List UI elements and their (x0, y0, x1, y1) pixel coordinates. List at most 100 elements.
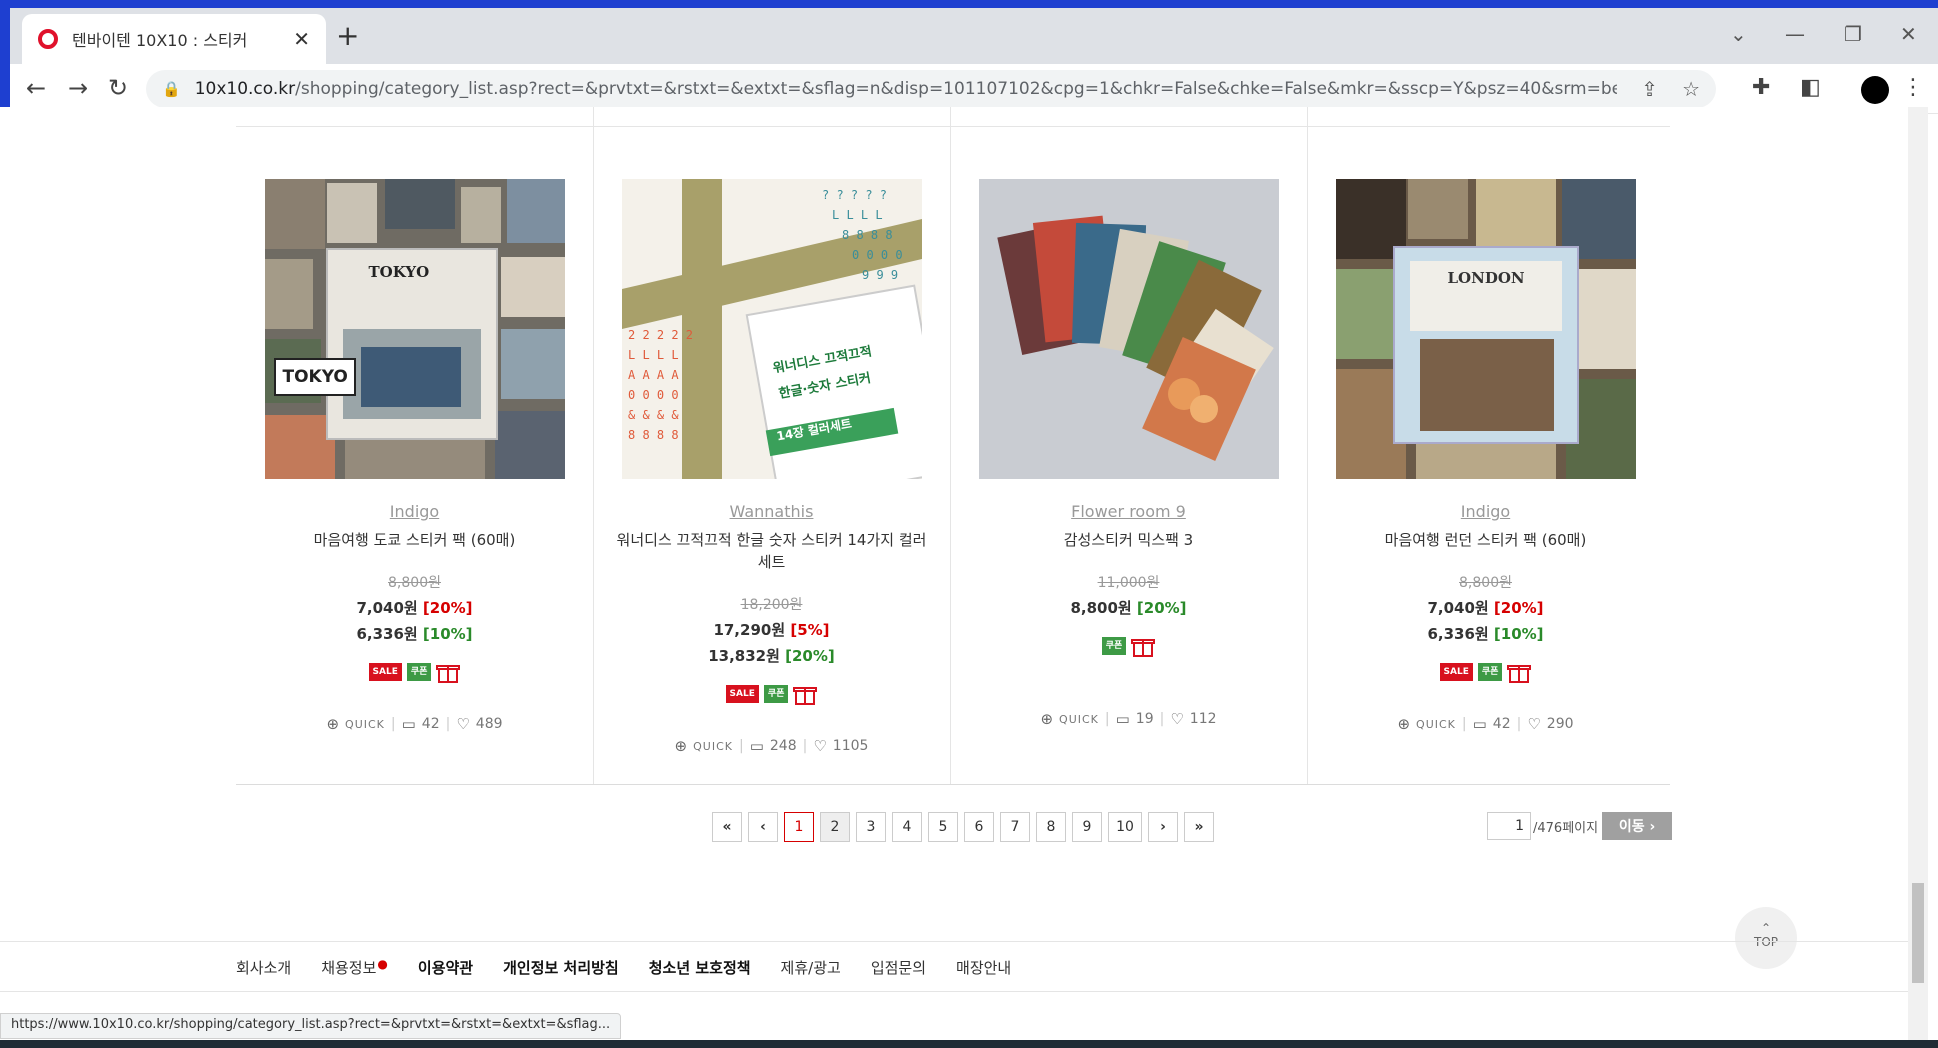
product-name[interactable]: 감성스티커 믹스팩 3 (950, 529, 1307, 551)
quick-view-button[interactable]: QUICK (345, 718, 385, 731)
footer-link[interactable]: 개인정보 처리방침 (503, 957, 619, 978)
product-card[interactable]: LONDON Indigo 마음여행 런던 스티커 팩 (60매) 8,800원… (1307, 179, 1664, 733)
comment-icon[interactable]: ▭ (1473, 715, 1487, 733)
address-bar[interactable]: 🔒 10x10.co.kr/shopping/category_list.asp… (146, 70, 1716, 108)
page-button[interactable]: 4 (892, 812, 922, 842)
page-number-input[interactable]: 1 (1487, 812, 1531, 840)
share-icon[interactable]: ⇪ (1641, 77, 1658, 101)
zoom-icon[interactable]: ⊕ (1040, 710, 1053, 728)
product-card[interactable]: TOKYO TOKYO Indigo 마음여행 도쿄 스티커 팩 (60매) 8… (236, 179, 593, 733)
page-button[interactable]: 3 (856, 812, 886, 842)
product-image[interactable]: LONDON (1335, 179, 1636, 479)
minimize-icon[interactable]: — (1785, 22, 1805, 46)
svg-text:A A A A: A A A A (628, 368, 679, 382)
tab-search-icon[interactable]: ⌄ (1730, 22, 1747, 46)
new-tab-icon[interactable]: + (336, 22, 359, 50)
product-image[interactable]: ? ? ? ? ? L L L L 8 8 8 8 0 0 0 0 9 9 9 2 2… (621, 179, 922, 479)
footer-link[interactable]: 입점문의 (871, 957, 926, 978)
comment-icon[interactable]: ▭ (750, 737, 764, 755)
page-button[interactable]: 7 (1000, 812, 1030, 842)
new-indicator-dot: ● (377, 957, 388, 971)
product-name[interactable]: 워너디스 끄적끄적 한글 숫자 스티커 14가지 컬러 세트 (593, 529, 950, 573)
first-page-button[interactable]: « (712, 812, 742, 842)
next-page-button[interactable]: › (1148, 812, 1178, 842)
zoom-icon[interactable]: ⊕ (1397, 715, 1410, 733)
last-page-button[interactable]: » (1184, 812, 1214, 842)
gift-icon (793, 683, 818, 705)
page-button[interactable]: 10 (1108, 812, 1142, 842)
page-button[interactable]: 2 (820, 812, 850, 842)
divider: | (1516, 716, 1522, 732)
brand-link[interactable]: Flower room 9 (950, 502, 1307, 522)
scroll-top-button[interactable]: ⌃ TOP (1735, 907, 1797, 969)
page-button[interactable]: 8 (1036, 812, 1066, 842)
comment-icon[interactable]: ▭ (402, 715, 416, 733)
brand-link[interactable]: Wannathis (593, 502, 950, 522)
extensions-icon[interactable]: ✚ (1752, 76, 1770, 100)
browser-tab[interactable]: 텐바이텐 10X10 : 스티커 ✕ (22, 14, 326, 64)
brand-link[interactable]: Indigo (1307, 502, 1664, 522)
quick-view-button[interactable]: QUICK (1416, 718, 1456, 731)
page-button[interactable]: 5 (928, 812, 958, 842)
footer-link[interactable]: 이용약관 (418, 957, 473, 978)
zoom-icon[interactable]: ⊕ (675, 737, 688, 755)
svg-text:L L L L: L L L L (832, 208, 883, 222)
brand-link[interactable]: Indigo (236, 502, 593, 522)
svg-text:L L L L: L L L L (628, 348, 679, 362)
scrollbar-thumb[interactable] (1912, 883, 1924, 983)
footer-link[interactable]: 회사소개 (236, 957, 291, 978)
page-button-current[interactable]: 1 (784, 812, 814, 842)
footer-link-label: 회사소개 (236, 959, 292, 977)
back-icon[interactable]: ← (26, 76, 46, 100)
tab-close-icon[interactable]: ✕ (293, 27, 310, 51)
page-scrollbar[interactable] (1908, 107, 1928, 1040)
heart-icon[interactable]: ♡ (813, 737, 826, 755)
price-amount: 6,336원 (356, 625, 418, 643)
product-card[interactable]: ? ? ? ? ? L L L L 8 8 8 8 0 0 0 0 9 9 9 2 2… (593, 179, 950, 755)
footer-link[interactable]: 제휴/광고 (781, 957, 841, 978)
product-image[interactable] (978, 179, 1279, 479)
heart-icon[interactable]: ♡ (456, 715, 469, 733)
discount-rate: [20%] (1493, 599, 1544, 617)
quick-view-button[interactable]: QUICK (1059, 713, 1099, 726)
divider: | (738, 738, 744, 754)
like-count: 112 (1189, 711, 1217, 727)
badge-row: SALE 쿠폰 (1307, 659, 1664, 685)
go-button[interactable]: 이동 › (1602, 812, 1673, 840)
svg-text:0 0 0 0: 0 0 0 0 (852, 248, 903, 262)
quick-view-button[interactable]: QUICK (693, 740, 733, 753)
page-button[interactable]: 9 (1072, 812, 1102, 842)
zoom-icon[interactable]: ⊕ (326, 715, 339, 733)
footer-link[interactable]: 채용정보● (321, 957, 388, 978)
footer-link[interactable]: 매장안내 (956, 957, 1011, 978)
coupon-rate: [20%] (785, 647, 835, 665)
product-name[interactable]: 마음여행 도쿄 스티커 팩 (60매) (236, 529, 593, 551)
forward-icon[interactable]: → (68, 76, 88, 100)
product-image[interactable]: TOKYO TOKYO (264, 179, 565, 479)
comment-icon[interactable]: ▭ (1116, 710, 1130, 728)
menu-icon[interactable]: ⋮ (1902, 76, 1924, 100)
product-card[interactable]: Flower room 9 감성스티커 믹스팩 3 11,000원 8,800원… (950, 179, 1307, 728)
window-close-icon[interactable]: ✕ (1900, 22, 1917, 46)
footer-link-label: 입점문의 (870, 959, 927, 977)
url-path: /shopping/category_list.asp?rect=&prvtxt… (295, 79, 1618, 99)
image-label-1: LONDON (1447, 269, 1525, 287)
heart-icon[interactable]: ♡ (1527, 715, 1540, 733)
page-button[interactable]: 6 (964, 812, 994, 842)
coupon-price: 6,336원 [10%] (236, 621, 593, 647)
pagination: « ‹ 1 2 3 4 5 6 7 8 9 10 › » (712, 812, 1214, 842)
profile-avatar[interactable] (1861, 76, 1889, 104)
url-text[interactable]: 10x10.co.kr/shopping/category_list.asp?r… (195, 79, 1618, 99)
product-name[interactable]: 마음여행 런던 스티커 팩 (60매) (1307, 529, 1664, 551)
gift-icon (1131, 635, 1156, 657)
maximize-icon[interactable]: ❐ (1844, 22, 1862, 46)
side-panel-icon[interactable]: ◧ (1800, 76, 1821, 100)
prev-page-button[interactable]: ‹ (748, 812, 778, 842)
product-image-art (978, 179, 1279, 479)
tab-title: 텐바이텐 10X10 : 스티커 (72, 31, 248, 50)
reload-icon[interactable]: ↻ (108, 76, 128, 100)
footer-link-label: 제휴/광고 (780, 959, 841, 977)
heart-icon[interactable]: ♡ (1170, 710, 1183, 728)
bookmark-star-icon[interactable]: ☆ (1682, 77, 1700, 101)
footer-link[interactable]: 청소년 보호정책 (649, 957, 751, 978)
